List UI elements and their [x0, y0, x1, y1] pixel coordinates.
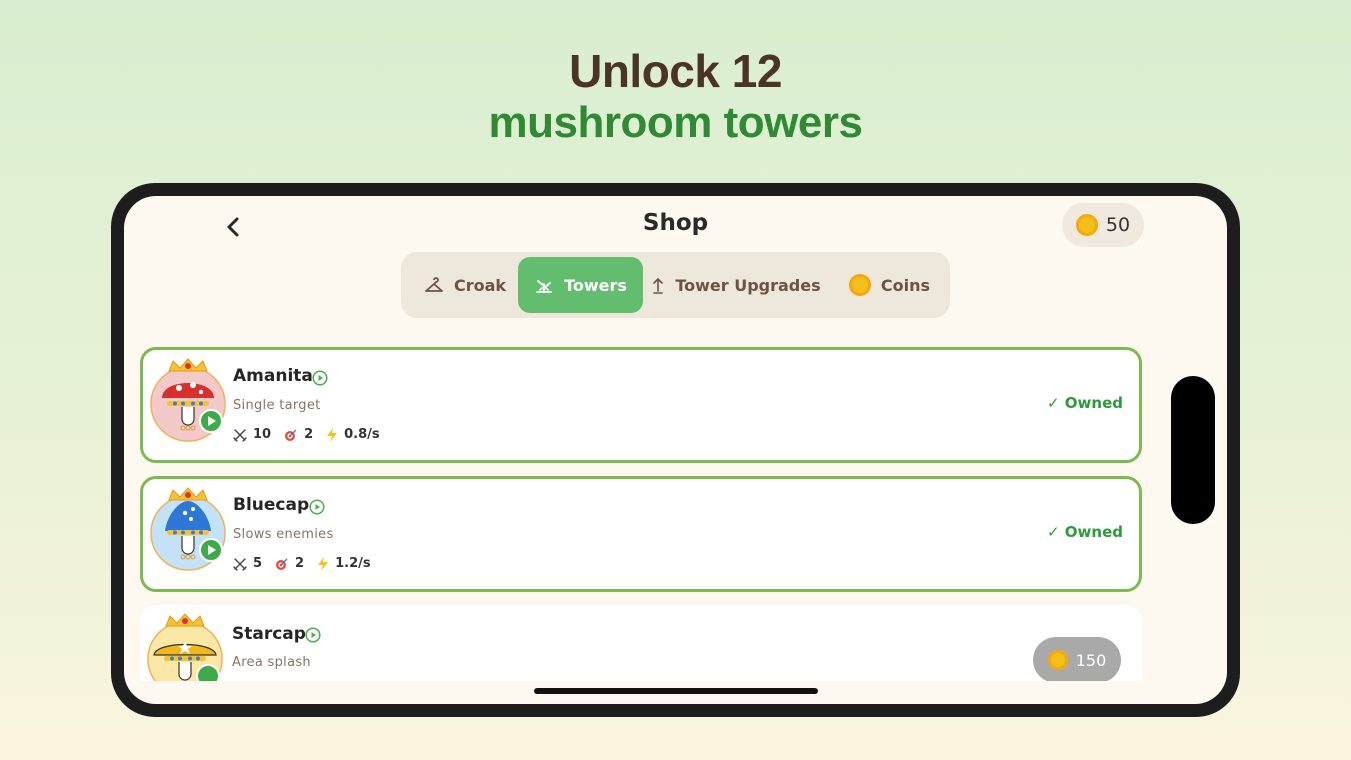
tower-name: Starcap	[232, 624, 306, 644]
tower-description: Slows enemies	[233, 527, 334, 542]
tab-tower-upgrades-label: Tower Upgrades	[675, 275, 821, 295]
play-preview-icon[interactable]	[305, 627, 321, 643]
tower-list: Amanita Single target 10 2 0.8/s ✓ Owned	[140, 347, 1142, 681]
price-value: 150	[1075, 650, 1107, 670]
lightning-icon	[327, 427, 338, 442]
amanita-avatar	[150, 358, 226, 442]
swords-icon	[233, 557, 247, 571]
tower-card-amanita[interactable]: Amanita Single target 10 2 0.8/s ✓ Owned	[140, 347, 1142, 463]
play-preview-icon[interactable]	[309, 499, 325, 515]
tower-description: Single target	[233, 398, 321, 413]
coin-balance: 50	[1062, 203, 1144, 247]
sprout-icon	[536, 280, 552, 293]
coin-icon	[848, 274, 871, 296]
tower-name: Bluecap	[233, 495, 310, 515]
owned-status: ✓ Owned	[1047, 394, 1123, 412]
swords-icon	[233, 428, 247, 442]
lightning-icon	[318, 556, 329, 571]
headline-line-2: mushroom towers	[488, 98, 863, 147]
tab-towers-label: Towers	[564, 275, 627, 295]
tab-tower-upgrades[interactable]: Tower Upgrades	[651, 257, 821, 313]
coin-icon	[1047, 650, 1068, 670]
tower-damage: 5	[253, 556, 263, 571]
tower-card-starcap[interactable]: Starcap Area splash 150	[140, 605, 1142, 681]
tab-coins-label: Coins	[880, 275, 931, 295]
tower-name: Amanita	[233, 366, 313, 386]
phone-frame: Shop 50 Croak Towers Tower Upgrades Coin…	[111, 183, 1240, 717]
starcap-avatar	[147, 613, 223, 681]
tower-range: 2	[304, 427, 314, 442]
camera-cutout	[1171, 376, 1215, 524]
owned-status: ✓ Owned	[1047, 523, 1123, 541]
tab-towers[interactable]: Towers	[518, 257, 643, 313]
target-icon	[285, 429, 297, 441]
hanger-icon	[425, 277, 443, 292]
app-screen: Shop 50 Croak Towers Tower Upgrades Coin…	[124, 196, 1227, 704]
bluecap-avatar	[150, 487, 226, 571]
shop-tabs: Croak Towers Tower Upgrades Coins	[401, 252, 950, 318]
tab-croak[interactable]: Croak	[413, 257, 517, 313]
tower-card-bluecap[interactable]: Bluecap Slows enemies 5 2 1.2/s ✓ Owned	[140, 476, 1142, 592]
tower-description: Area splash	[232, 655, 311, 670]
tab-coins[interactable]: Coins	[842, 257, 937, 313]
tab-croak-label: Croak	[453, 275, 507, 295]
buy-button[interactable]: 150	[1033, 637, 1121, 681]
coin-balance-value: 50	[1105, 214, 1131, 236]
tower-range: 2	[295, 556, 305, 571]
tower-stats: 5 2 1.2/s	[233, 556, 371, 571]
headline-line-1: Unlock 12	[569, 45, 782, 97]
tower-speed: 1.2/s	[335, 556, 371, 571]
tower-stats: 10 2 0.8/s	[233, 427, 380, 442]
play-preview-icon[interactable]	[312, 370, 328, 386]
tower-damage: 10	[253, 427, 272, 442]
arrow-up-icon	[653, 277, 664, 294]
tower-speed: 0.8/s	[344, 427, 380, 442]
home-indicator	[534, 688, 818, 694]
target-icon	[276, 558, 288, 570]
coin-icon	[1075, 214, 1098, 236]
